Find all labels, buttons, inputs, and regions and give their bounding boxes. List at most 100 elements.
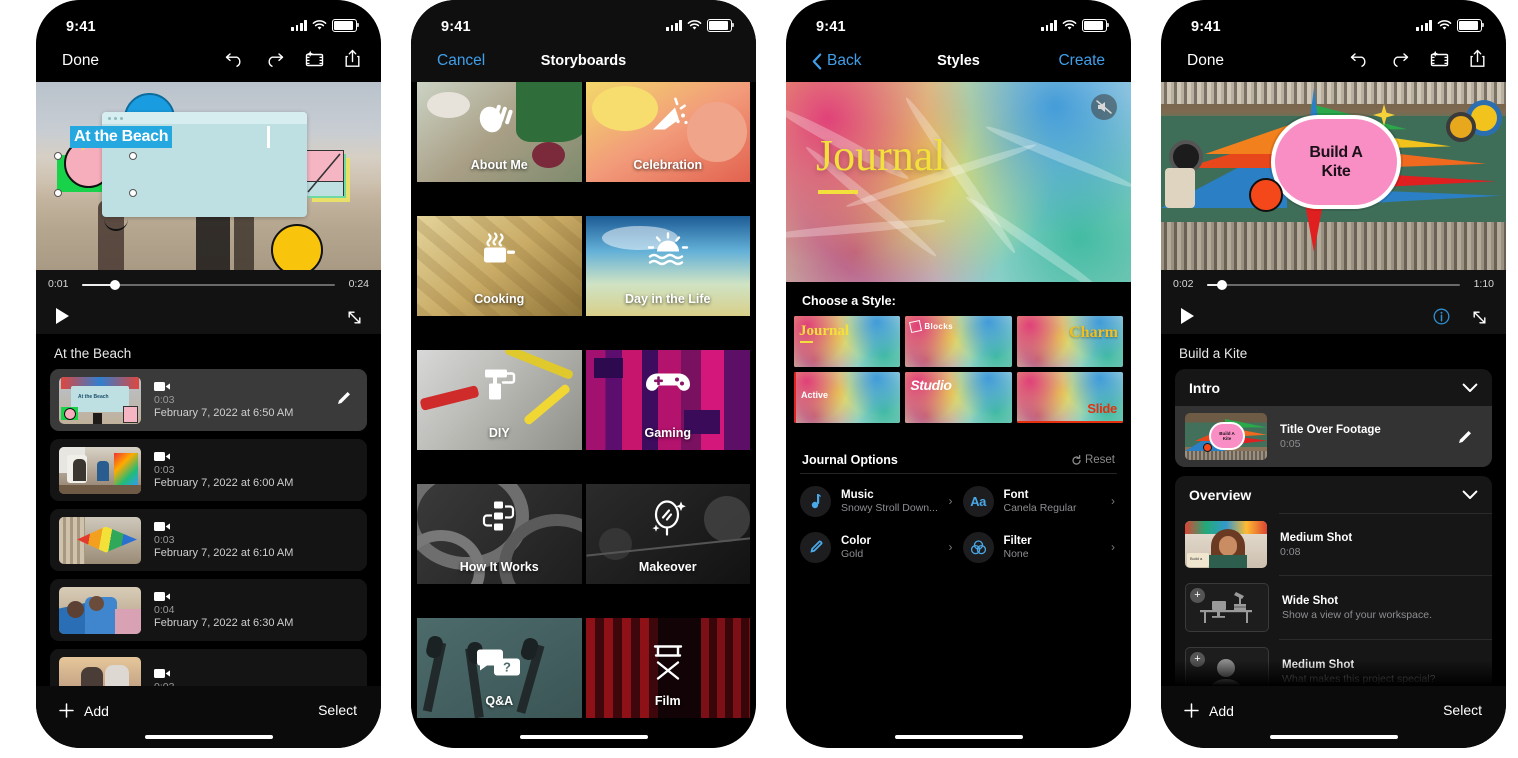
- clip-row[interactable]: 0:03 February 7, 2022 at 6:10 AM: [50, 509, 367, 571]
- shot-row[interactable]: Build A Kite Title Over Footage 0:05: [1175, 406, 1492, 467]
- tool-block: [1165, 168, 1195, 208]
- option-font[interactable]: Aa Font Canela Regular ›: [962, 478, 1118, 524]
- overlay-title-text[interactable]: At the Beach: [70, 126, 173, 148]
- add-shot-badge[interactable]: +: [1190, 652, 1205, 667]
- fullscreen-icon[interactable]: [346, 309, 363, 326]
- done-button[interactable]: Done: [62, 52, 99, 70]
- style-cell-studio[interactable]: Studio: [905, 372, 1012, 423]
- shot-meta: Medium Shot 0:08: [1280, 532, 1482, 558]
- bubble-text: Build A Kite: [1309, 144, 1363, 180]
- clip-row[interactable]: At the Beach 0:03 February 7, 2022 at 6:…: [50, 369, 367, 431]
- select-button[interactable]: Select: [1443, 702, 1482, 718]
- edit-pencil-icon[interactable]: [335, 389, 353, 407]
- fullscreen-icon[interactable]: [1471, 309, 1488, 326]
- status-indicators: [291, 19, 360, 32]
- phone-1-scrubber[interactable]: 0:01 0:24: [36, 270, 381, 300]
- mute-icon[interactable]: [1091, 94, 1117, 120]
- storyboard-cell[interactable]: Film: [585, 618, 750, 718]
- style-cell-journal[interactable]: Journal: [794, 316, 901, 367]
- phone-4-scrubber[interactable]: 0:02 1:10: [1161, 270, 1506, 300]
- play-button[interactable]: [1181, 308, 1194, 324]
- storyboard-label: About Me: [470, 158, 528, 172]
- storyboard-cell[interactable]: Day in the Life: [585, 216, 750, 316]
- shot-row[interactable]: + Wide Shot Show a view of your workspac…: [1175, 576, 1492, 639]
- redo-icon[interactable]: [264, 51, 284, 67]
- info-icon[interactable]: [1433, 308, 1450, 325]
- resize-handle[interactable]: [129, 152, 137, 160]
- clip-row[interactable]: 0:04 February 7, 2022 at 6:30 AM: [50, 579, 367, 641]
- create-button[interactable]: Create: [1058, 52, 1105, 70]
- clip-date: February 7, 2022 at 6:00 AM: [154, 477, 294, 489]
- edit-pencil-icon[interactable]: [1456, 428, 1474, 446]
- storyboard-cell[interactable]: Gaming: [585, 350, 750, 450]
- resize-handle[interactable]: [54, 152, 62, 160]
- style-cell-slide[interactable]: Slide: [1016, 372, 1123, 423]
- option-color[interactable]: Color Gold ›: [800, 524, 955, 570]
- option-music[interactable]: Music Snowy Stroll Down... ›: [800, 478, 955, 524]
- storyboard-cell[interactable]: Makeover: [585, 484, 750, 584]
- option-filter[interactable]: Filter None ›: [962, 524, 1118, 570]
- options-header-row: Journal Options Reset: [786, 441, 1131, 474]
- undo-icon[interactable]: [1350, 51, 1370, 67]
- storyboard-cell[interactable]: How It Works: [417, 484, 582, 584]
- phone-4-bottom-bar: Add Select: [1161, 686, 1506, 748]
- shot-title: Medium Shot: [1282, 658, 1355, 671]
- shot-groups[interactable]: Intro Build A Kite Title Over Footage 0:…: [1161, 369, 1506, 703]
- style-grid[interactable]: Journal Blocks Charm Active Studio Slide: [786, 316, 1131, 423]
- add-button[interactable]: Add: [1183, 702, 1234, 719]
- clip-thumbnail: [59, 516, 141, 564]
- option-label: Color: [841, 534, 872, 547]
- shot-row[interactable]: Build a Medium Shot 0:08: [1175, 514, 1492, 575]
- phone-2-navbar: Cancel Storyboards: [411, 46, 756, 82]
- magic-movie-icon[interactable]: [1428, 50, 1450, 68]
- style-options[interactable]: Music Snowy Stroll Down... › Aa Font Can…: [786, 474, 1131, 574]
- chevron-down-icon[interactable]: [1462, 490, 1478, 500]
- phone-4-playback-controls: [1161, 300, 1506, 334]
- storyboard-cell[interactable]: Celebration: [585, 82, 750, 182]
- share-icon[interactable]: [344, 49, 361, 68]
- group-header[interactable]: Overview: [1175, 476, 1492, 513]
- clip-row[interactable]: 0:03 February 7, 2022 at 6:00 AM: [50, 439, 367, 501]
- storyboard-cell[interactable]: Cooking: [417, 216, 582, 316]
- scrubber-track[interactable]: [82, 280, 335, 290]
- add-button[interactable]: Add: [58, 702, 109, 719]
- scrubber-track[interactable]: [1207, 280, 1460, 290]
- group-header[interactable]: Intro: [1175, 369, 1492, 406]
- video-preview[interactable]: ➤ At the Beach: [36, 82, 381, 270]
- clip-list[interactable]: At the Beach 0:03 February 7, 2022 at 6:…: [36, 369, 381, 711]
- storyboard-grid[interactable]: About Me Celebration Cooking Day in the …: [411, 82, 756, 748]
- magic-movie-icon[interactable]: [303, 50, 325, 68]
- process-flow-icon: [477, 499, 521, 542]
- style-preview[interactable]: Journal: [786, 82, 1131, 282]
- play-button[interactable]: [56, 308, 69, 324]
- title-bubble-overlay[interactable]: Build A Kite: [1271, 115, 1401, 209]
- resize-handle[interactable]: [129, 189, 137, 197]
- scrubber-knob[interactable]: [1217, 280, 1228, 290]
- add-label: Add: [1209, 702, 1234, 719]
- storyboard-label: How It Works: [459, 560, 539, 574]
- share-icon[interactable]: [1469, 49, 1486, 68]
- resize-handle[interactable]: [54, 189, 62, 197]
- redo-icon[interactable]: [1389, 51, 1409, 67]
- select-button[interactable]: Select: [318, 702, 357, 718]
- option-label: Font: [1003, 488, 1029, 501]
- style-cell-charm[interactable]: Charm: [1016, 316, 1123, 367]
- storyboard-cell[interactable]: DIY: [417, 350, 582, 450]
- video-preview[interactable]: Build A Kite: [1161, 82, 1506, 270]
- phone-3-styles: 9:41 Back Styles Create Journal Choose a…: [786, 0, 1131, 748]
- style-cell-active[interactable]: Active: [794, 372, 901, 423]
- chevron-right-icon: ›: [948, 494, 953, 508]
- storyboard-cell[interactable]: About Me: [417, 82, 582, 182]
- chevron-down-icon[interactable]: [1462, 383, 1478, 393]
- phone-3-navbar: Back Styles Create: [786, 46, 1131, 82]
- style-cell-blocks[interactable]: Blocks: [905, 316, 1012, 367]
- storyboard-cell[interactable]: ? Q&A: [417, 618, 582, 718]
- reset-button[interactable]: Reset: [1071, 454, 1115, 466]
- add-shot-badge[interactable]: +: [1190, 588, 1205, 603]
- add-label: Add: [84, 702, 109, 719]
- filter-circles-icon: [962, 531, 994, 563]
- battery-icon: [707, 19, 735, 32]
- scrubber-knob[interactable]: [109, 280, 120, 290]
- done-button[interactable]: Done: [1187, 52, 1224, 70]
- undo-icon[interactable]: [225, 51, 245, 67]
